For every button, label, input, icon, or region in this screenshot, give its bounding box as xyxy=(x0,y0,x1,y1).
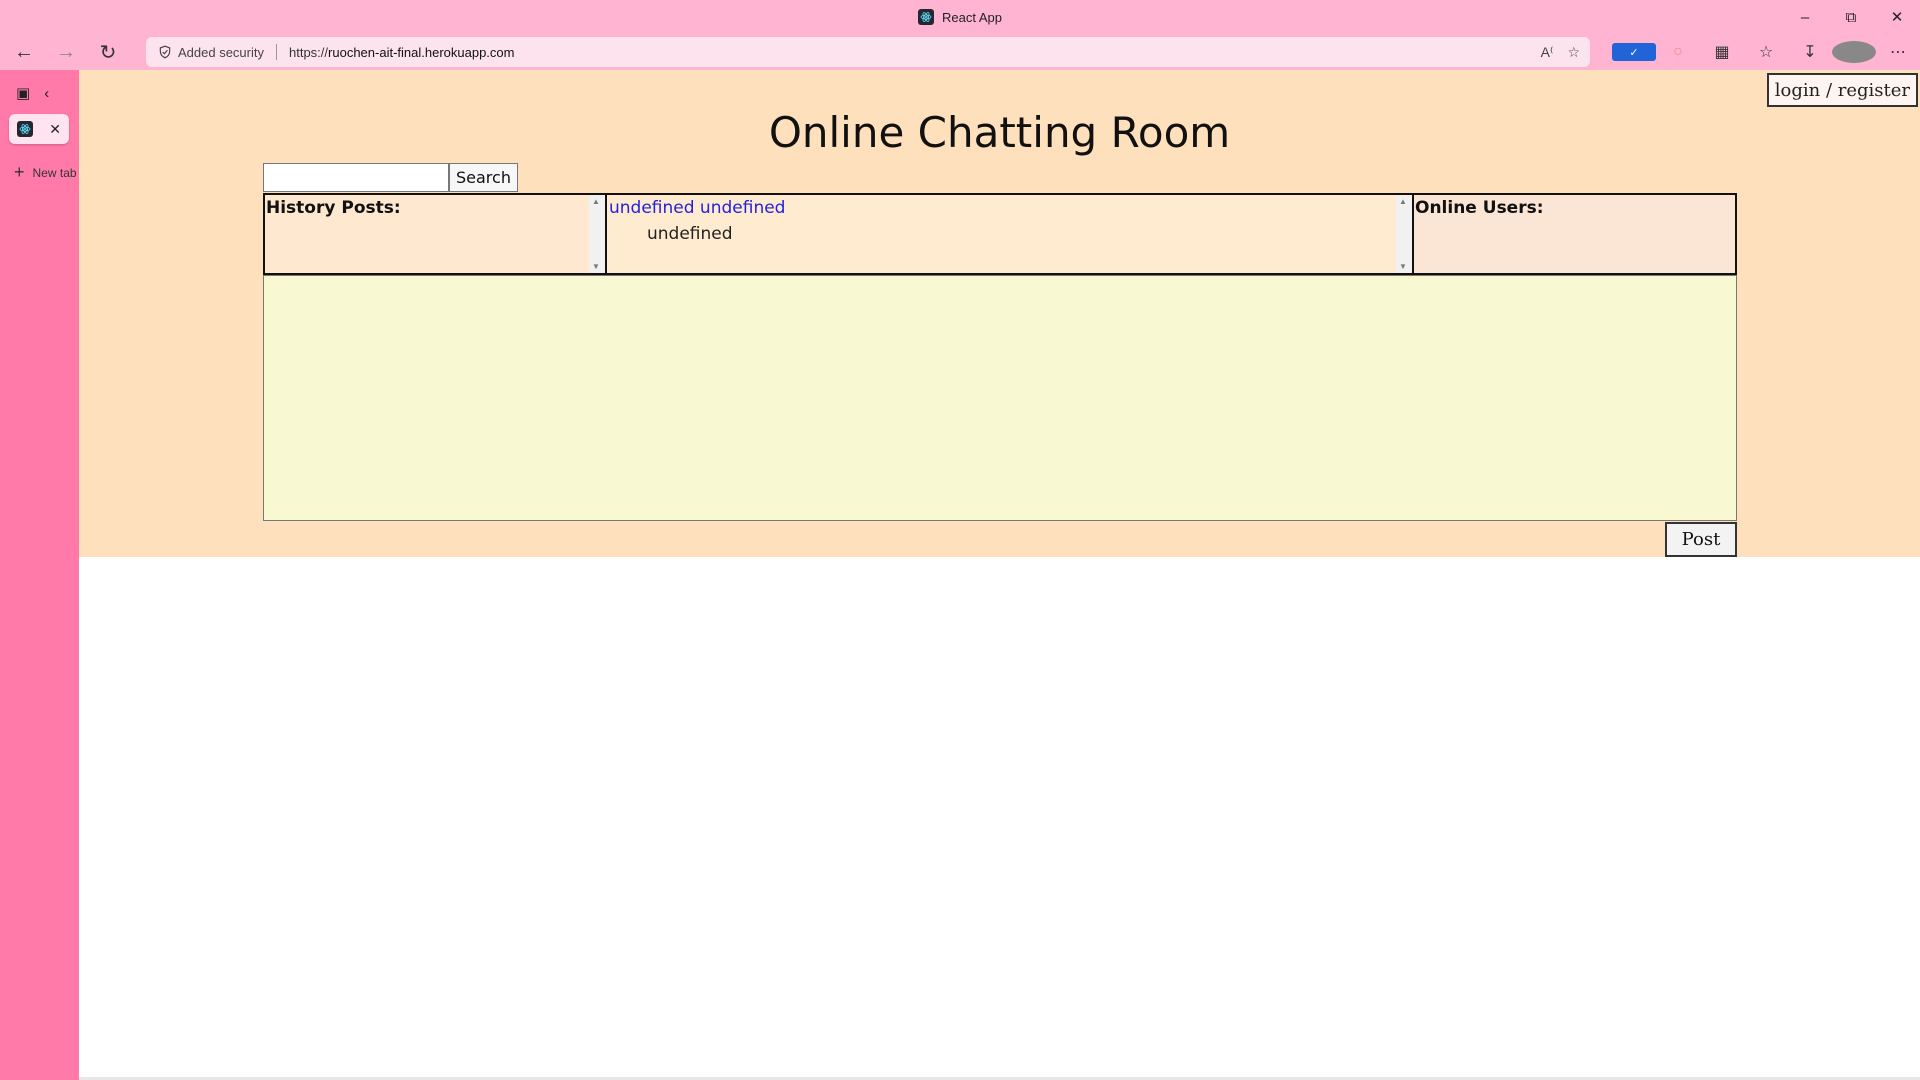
post-textarea[interactable] xyxy=(263,275,1737,521)
sidebar-controls: ▣ ‹ xyxy=(0,70,79,103)
messages-panel[interactable]: undefined undefined undefined ▲ ▼ xyxy=(607,195,1414,273)
history-posts-label: History Posts: xyxy=(266,198,401,218)
scroll-up-icon[interactable]: ▲ xyxy=(1399,197,1407,206)
scroll-up-icon[interactable]: ▲ xyxy=(592,197,600,206)
page-title: Online Chatting Room xyxy=(768,108,1231,157)
online-users-panel: Online Users: xyxy=(1414,195,1735,273)
react-favicon-icon xyxy=(918,9,934,25)
reload-button[interactable]: ↻ xyxy=(90,37,126,67)
search-button[interactable]: Search xyxy=(449,163,518,192)
history-posts-panel[interactable]: History Posts: ▲ ▼ xyxy=(265,195,607,273)
read-aloud-icon[interactable]: A⁽ xyxy=(1541,44,1554,61)
react-favicon-icon xyxy=(17,121,33,137)
security-label: Added security xyxy=(178,44,264,60)
close-tab-icon[interactable]: ✕ xyxy=(49,121,61,138)
profile-icon[interactable] xyxy=(1832,41,1876,63)
vertical-tabs-sidebar: ▣ ‹ ✕ + New tab xyxy=(0,70,79,1080)
more-menu-icon[interactable]: ⋯ xyxy=(1876,42,1920,62)
scroll-down-icon[interactable]: ▼ xyxy=(1399,262,1407,271)
window-title: React App xyxy=(942,9,1002,25)
login-register-button[interactable]: login / register xyxy=(1766,73,1918,107)
security-indicator[interactable]: Added security xyxy=(146,45,264,60)
new-tab-label: New tab xyxy=(32,165,77,180)
extension-pink-icon[interactable]: ○ xyxy=(1656,43,1700,61)
post-button[interactable]: Post xyxy=(1665,522,1737,557)
back-button[interactable]: ← xyxy=(6,37,42,67)
minimize-icon[interactable]: – xyxy=(1782,0,1828,34)
message-author: undefined undefined xyxy=(609,198,786,218)
toolbar-actions: ✓ ○ ▦ ☆ ↧ ⋯ xyxy=(1612,34,1920,70)
address-actions: A⁽ ☆ xyxy=(1541,37,1580,67)
address-bar[interactable]: Added security https://ruochen-ait-final… xyxy=(146,37,1590,67)
url-host: ruochen-ait-final.herokuapp.com xyxy=(328,44,515,60)
window-titlebar: React App – ⧉ ✕ xyxy=(0,0,1920,34)
message-text: undefined xyxy=(647,224,733,244)
favorites-icon[interactable]: ☆ xyxy=(1744,42,1788,62)
new-tab-button[interactable]: + New tab xyxy=(14,162,78,183)
plus-icon: + xyxy=(14,162,25,182)
chat-panels: History Posts: ▲ ▼ undefined undefined u… xyxy=(263,193,1737,275)
online-users-label: Online Users: xyxy=(1415,198,1544,218)
shield-icon xyxy=(159,45,171,59)
history-scrollbar[interactable]: ▲ ▼ xyxy=(589,195,605,273)
address-separator xyxy=(276,44,277,60)
tab-react-app[interactable]: ✕ xyxy=(9,114,69,144)
restore-icon[interactable]: ⧉ xyxy=(1828,0,1874,34)
forward-button[interactable]: → xyxy=(48,37,84,67)
window-controls: – ⧉ ✕ xyxy=(1782,0,1920,34)
url-text[interactable]: https://ruochen-ait-final.herokuapp.com xyxy=(289,45,514,60)
collapse-sidebar-icon[interactable]: ‹ xyxy=(44,85,49,102)
downloads-icon[interactable]: ↧ xyxy=(1788,42,1832,62)
add-favorite-icon[interactable]: ☆ xyxy=(1567,44,1580,61)
browser-toolbar: ← → ↻ Added security https://ruochen-ait… xyxy=(0,34,1920,70)
extension-dark-icon[interactable]: ▦ xyxy=(1700,42,1744,62)
search-bar: Search xyxy=(263,163,518,192)
extension-icon[interactable]: ✓ xyxy=(1612,43,1656,61)
url-prefix: https:// xyxy=(289,44,329,60)
close-window-icon[interactable]: ✕ xyxy=(1874,0,1920,34)
chat-page: login / register Online Chatting Room Se… xyxy=(79,70,1920,557)
search-input[interactable] xyxy=(263,163,449,192)
messages-scrollbar[interactable]: ▲ ▼ xyxy=(1396,195,1412,273)
tab-actions-icon[interactable]: ▣ xyxy=(16,84,30,102)
window-title-group: React App xyxy=(918,9,1002,25)
scroll-down-icon[interactable]: ▼ xyxy=(592,262,600,271)
